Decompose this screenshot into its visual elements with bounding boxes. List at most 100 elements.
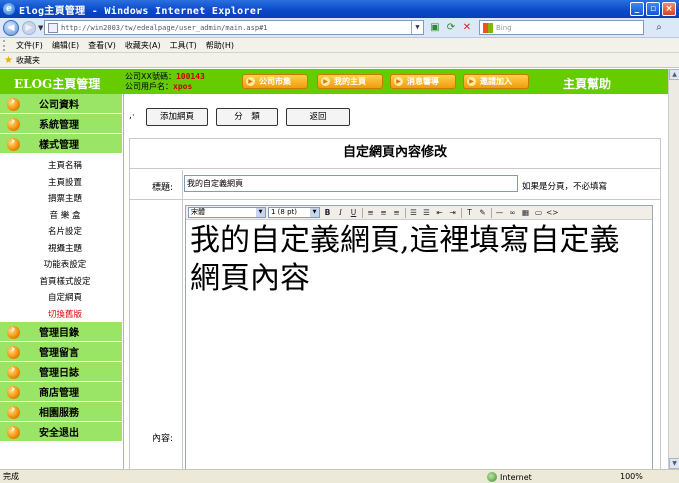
title-input[interactable]: 我的自定義網頁 bbox=[184, 175, 518, 192]
scroll-up-icon[interactable]: ▲ bbox=[669, 69, 679, 80]
horizontal-rule-icon[interactable]: — bbox=[494, 207, 505, 218]
align-right-icon[interactable]: ≡ bbox=[391, 207, 402, 218]
site-header: ELOG主頁管理 公司XX號碼：100143 公司用戶名：xpos ▶ 公司市集 … bbox=[0, 69, 668, 94]
image-icon[interactable]: ▦ bbox=[520, 207, 531, 218]
close-button[interactable]: × bbox=[662, 2, 676, 16]
align-center-icon[interactable]: ≡ bbox=[378, 207, 389, 218]
align-left-icon[interactable]: ≡ bbox=[365, 207, 376, 218]
sidebar-section-shop[interactable]: 商店管理 bbox=[0, 382, 122, 402]
menu-help[interactable]: 帮助(H) bbox=[206, 40, 234, 51]
panel-title: 自定網頁內容修改 bbox=[130, 139, 660, 169]
nav-tab-label: 公司市集 bbox=[259, 77, 291, 86]
sidebar-section-album[interactable]: 相園服務 bbox=[0, 402, 122, 422]
sidebar-item[interactable]: 主頁名稱 bbox=[0, 157, 122, 174]
toolbar-separator bbox=[405, 207, 406, 218]
help-link[interactable]: 主頁幫助 bbox=[563, 75, 611, 92]
indent-icon[interactable]: ⇥ bbox=[447, 207, 458, 218]
compat-view-icon[interactable]: ▣ bbox=[428, 21, 442, 35]
zoom-level[interactable]: 100% bbox=[620, 472, 643, 481]
back-arrow-icon[interactable]: ◀ bbox=[3, 19, 19, 36]
sidebar-section-label: 管理留言 bbox=[39, 348, 79, 359]
source-code-icon[interactable]: <> bbox=[546, 207, 559, 218]
category-button[interactable]: 分 類 bbox=[216, 108, 278, 126]
sidebar-section-journal[interactable]: 管理日誌 bbox=[0, 362, 122, 382]
menu-file[interactable]: 文件(F) bbox=[16, 40, 43, 51]
vertical-scrollbar[interactable]: ▲ ▼ bbox=[668, 69, 679, 469]
editor-content[interactable]: 我的自定義網頁,這裡填寫自定義網頁內容 bbox=[186, 220, 652, 300]
sidebar-item[interactable]: 視攝主題 bbox=[0, 240, 122, 257]
menu-edit[interactable]: 编辑(E) bbox=[52, 40, 79, 51]
font-size-value: 1 (8 pt) bbox=[271, 208, 298, 216]
sidebar-item[interactable]: 主頁設置 bbox=[0, 174, 122, 191]
search-placeholder: Bing bbox=[496, 23, 512, 32]
content-label: 內容: bbox=[152, 434, 174, 444]
menu-favorites[interactable]: 收藏夹(A) bbox=[125, 40, 161, 51]
sidebar-item[interactable]: 名片設定 bbox=[0, 223, 122, 240]
italic-icon[interactable]: I bbox=[335, 207, 346, 218]
account-info: 公司XX號碼：100143 公司用戶名：xpos bbox=[125, 72, 205, 92]
history-dropdown-icon[interactable]: ▼ bbox=[38, 24, 43, 32]
nav-tab-market[interactable]: ▶ 公司市集 bbox=[242, 74, 308, 89]
account-label: 公司XX號碼： bbox=[125, 72, 176, 81]
menu-view[interactable]: 查看(V) bbox=[88, 40, 116, 51]
menu-tools[interactable]: 工具(T) bbox=[170, 40, 197, 51]
add-page-button[interactable]: 添加網頁 bbox=[146, 108, 208, 126]
outdent-icon[interactable]: ⇤ bbox=[434, 207, 445, 218]
sidebar-item[interactable]: 首頁樣式設定 bbox=[0, 273, 122, 290]
minimize-button[interactable]: _ bbox=[630, 2, 644, 16]
edit-panel: 自定網頁內容修改 標題: 我的自定義網頁 如果是分頁，不必填寫 內容: 宋體 ▼ … bbox=[129, 138, 661, 469]
table-icon[interactable]: ▭ bbox=[533, 207, 544, 218]
sidebar-section-messages[interactable]: 管理留言 bbox=[0, 342, 122, 362]
sidebar-item[interactable]: 損票主題 bbox=[0, 190, 122, 207]
arrow-ball-icon bbox=[7, 344, 20, 359]
search-input[interactable]: Bing bbox=[479, 20, 644, 35]
title-row: 標題: 我的自定義網頁 如果是分頁，不必填寫 bbox=[130, 170, 660, 200]
favorites-label[interactable]: 收藏夹 bbox=[16, 55, 40, 66]
site-logo: ELOG主頁管理 bbox=[14, 77, 101, 91]
sidebar-section-directory[interactable]: 管理目錄 bbox=[0, 322, 122, 342]
menu-bar: 文件(F) 编辑(E) 查看(V) 收藏夹(A) 工具(T) 帮助(H) bbox=[0, 38, 679, 53]
sidebar-item[interactable]: 功能表設定 bbox=[0, 256, 122, 273]
bold-icon[interactable]: B bbox=[322, 207, 333, 218]
underline-icon[interactable]: U bbox=[348, 207, 359, 218]
maximize-button[interactable]: ▫ bbox=[646, 2, 660, 16]
scroll-down-icon[interactable]: ▼ bbox=[669, 458, 679, 469]
sidebar-section-style[interactable]: 樣式管理 bbox=[0, 134, 122, 154]
nav-tab-messages[interactable]: ▶ 消息響導 bbox=[390, 74, 456, 89]
toolbar-separator bbox=[362, 207, 363, 218]
stop-icon[interactable]: ✕ bbox=[460, 21, 474, 35]
unordered-list-icon[interactable]: ☰ bbox=[421, 207, 432, 218]
refresh-icon[interactable]: ⟳ bbox=[444, 21, 458, 35]
sidebar-item[interactable]: 自定網頁 bbox=[0, 289, 122, 306]
arrow-ball-icon bbox=[7, 384, 20, 399]
address-dropdown-icon[interactable]: ▼ bbox=[411, 21, 423, 34]
address-text: http://win2003/tw/edealpage/user_admin/m… bbox=[61, 23, 268, 32]
nav-tab-my-page[interactable]: ▶ 我的主頁 bbox=[317, 74, 383, 89]
search-icon[interactable]: ⌕ bbox=[652, 21, 666, 35]
favorites-star-icon[interactable]: ★ bbox=[4, 55, 13, 66]
toolbar-separator bbox=[491, 207, 492, 218]
text-color-icon[interactable]: T bbox=[464, 207, 475, 218]
dropdown-icon: ▼ bbox=[310, 208, 319, 217]
ordered-list-icon[interactable]: ☰ bbox=[408, 207, 419, 218]
sidebar-section-system[interactable]: 系統管理 bbox=[0, 114, 122, 134]
arrow-ball-icon bbox=[7, 404, 20, 419]
address-input[interactable]: http://win2003/tw/edealpage/user_admin/m… bbox=[44, 20, 424, 35]
font-size-select[interactable]: 1 (8 pt) ▼ bbox=[268, 207, 320, 218]
user-label: 公司用戶名： bbox=[125, 82, 173, 91]
account-value: 100143 bbox=[175, 72, 205, 81]
back-button[interactable]: 返回 bbox=[286, 108, 350, 126]
sidebar-section-logout[interactable]: 安全退出 bbox=[0, 422, 122, 442]
forward-arrow-icon[interactable]: ▶ bbox=[22, 20, 36, 35]
sidebar-item-switch-old[interactable]: 切換舊版 bbox=[0, 306, 122, 323]
zone-indicator: Internet bbox=[487, 472, 532, 482]
font-select[interactable]: 宋體 ▼ bbox=[188, 207, 266, 218]
nav-tab-invite[interactable]: ▶ 邀請加入 bbox=[463, 74, 529, 89]
highlight-icon[interactable]: ✎ bbox=[477, 207, 488, 218]
sidebar-section-company[interactable]: 公司資料 bbox=[0, 94, 122, 114]
sidebar-section-label: 相園服務 bbox=[39, 408, 79, 419]
link-icon[interactable]: ∞ bbox=[507, 207, 518, 218]
title-hint: 如果是分頁，不必填寫 bbox=[522, 182, 608, 192]
favorites-bar: ★ 收藏夹 bbox=[0, 53, 679, 68]
sidebar-item[interactable]: 音 樂 盒 bbox=[0, 207, 122, 224]
